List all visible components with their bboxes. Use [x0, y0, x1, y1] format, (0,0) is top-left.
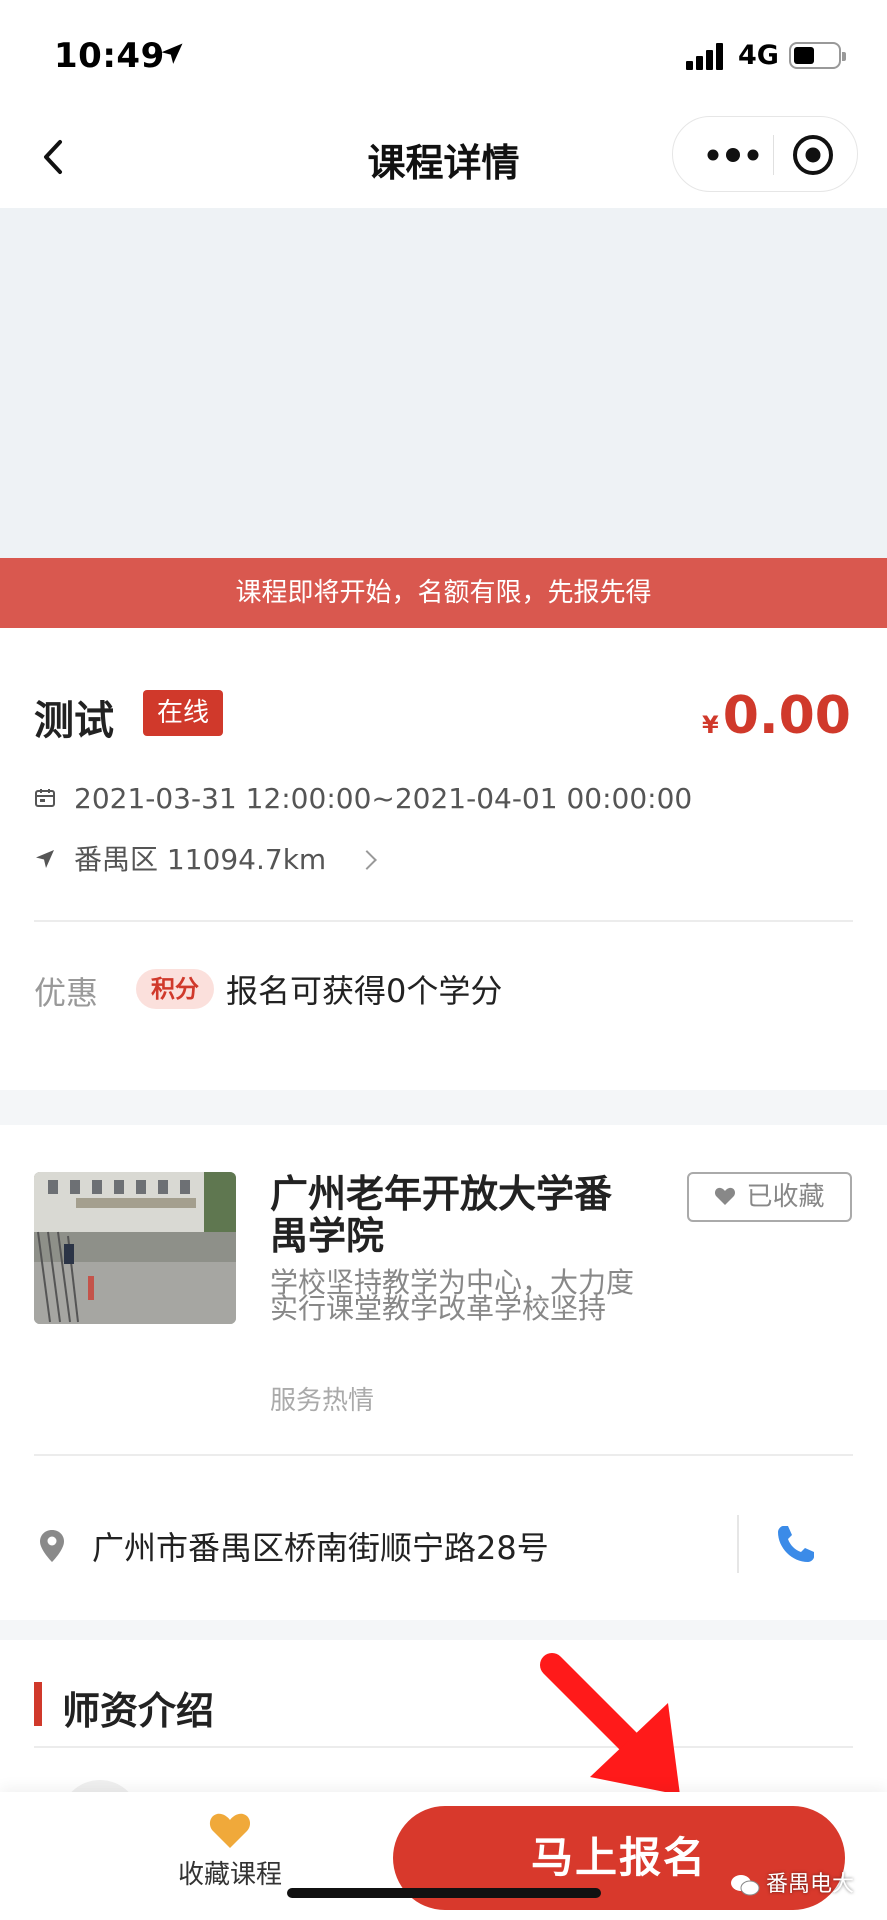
home-indicator[interactable] — [287, 1888, 601, 1898]
favorite-course-label: 收藏课程 — [177, 1860, 282, 1890]
course-title: 测试 — [34, 698, 114, 744]
section-title: 师资介绍 — [62, 1689, 215, 1733]
school-card: 广州老年开放大学番禺学院 学校坚持教学为中心，大力度实行课堂教学改革学校坚持 服… — [0, 1125, 887, 1620]
capsule-divider — [773, 135, 774, 175]
school-photo[interactable] — [34, 1172, 236, 1324]
location-arrow-icon — [161, 43, 183, 64]
course-cover-image — [0, 208, 887, 558]
section-accent-bar — [34, 1682, 42, 1726]
favorite-course-button[interactable]: 收藏课程 — [150, 1810, 310, 1891]
phone-icon[interactable] — [772, 1520, 820, 1568]
close-miniprogram-icon[interactable] — [791, 133, 835, 177]
section-gap — [0, 1620, 887, 1640]
heart-icon — [209, 1813, 251, 1848]
school-name[interactable]: 广州老年开放大学番禺学院 — [270, 1173, 630, 1257]
course-price: ¥0.00 — [702, 686, 851, 746]
school-description: 学校坚持教学为中心，大力度实行课堂教学改革学校坚持 — [270, 1266, 635, 1325]
address-divider — [737, 1515, 739, 1573]
nav-bar: 课程详情 — [0, 110, 887, 208]
favorite-school-label: 已收藏 — [746, 1182, 825, 1212]
points-badge: 积分 — [136, 969, 214, 1009]
price-value: 0.00 — [722, 686, 851, 746]
divider — [34, 920, 853, 922]
watermark: 番禺电大 — [730, 1866, 854, 1898]
notice-banner: 课程即将开始，名额有限，先报先得 — [0, 558, 887, 628]
miniprogram-capsule — [672, 116, 858, 192]
signal-icon — [686, 42, 726, 70]
course-info-card: 测试 在线 ¥0.00 2021-03-31 12:00:00~2021-04-… — [0, 628, 887, 1090]
network-type: 4G — [738, 40, 779, 71]
heart-icon — [715, 1187, 736, 1205]
wechat-icon — [731, 1875, 760, 1896]
divider — [34, 1746, 853, 1748]
currency-symbol: ¥ — [701, 711, 719, 739]
section-gap — [0, 1090, 887, 1125]
promo-text: 报名可获得0个学分 — [226, 972, 503, 1010]
course-location: 番禺区 11094.7km — [74, 843, 327, 876]
bottom-action-bar: 收藏课程 马上报名 — [0, 1792, 887, 1920]
navigation-icon — [36, 850, 54, 868]
watermark-text: 番禺电大 — [766, 1872, 855, 1897]
course-datetime-row: 2021-03-31 12:00:00~2021-04-01 00:00:00 — [34, 782, 692, 815]
school-tag: 服务热情 — [270, 1386, 375, 1416]
promo-label: 优惠 — [34, 974, 99, 1012]
map-pin-icon — [40, 1530, 64, 1562]
more-icon[interactable] — [703, 141, 763, 169]
status-bar: 10:49 4G — [0, 0, 887, 110]
course-datetime: 2021-03-31 12:00:00~2021-04-01 00:00:00 — [74, 782, 693, 815]
chevron-right-icon — [357, 850, 378, 870]
favorite-school-button[interactable]: 已收藏 — [687, 1172, 852, 1222]
status-time: 10:49 — [54, 36, 165, 76]
battery-icon — [789, 42, 846, 69]
calendar-icon — [35, 789, 55, 807]
red-arrow-annotation — [540, 1653, 680, 1795]
course-location-row[interactable]: 番禺区 11094.7km — [34, 838, 378, 878]
school-address[interactable]: 广州市番禺区桥南街顺宁路28号 — [92, 1523, 549, 1569]
mode-badge: 在线 — [143, 690, 223, 736]
divider — [34, 1454, 853, 1456]
